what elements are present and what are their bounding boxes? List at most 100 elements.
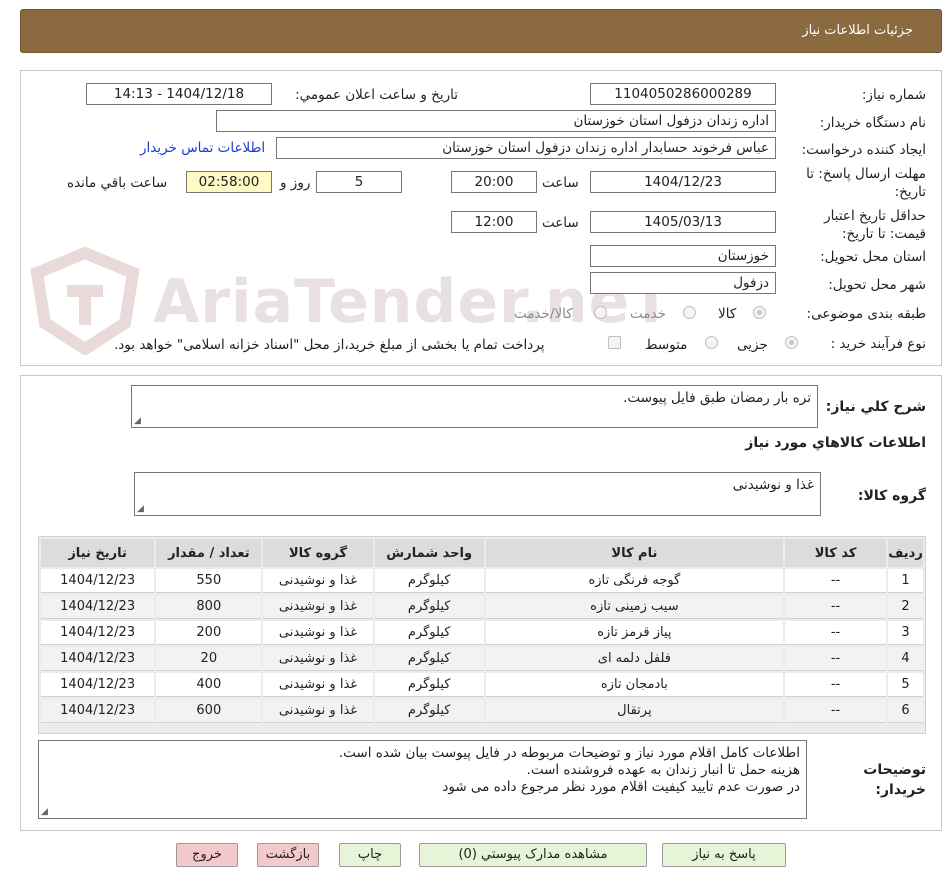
remaining-label: ساعت باقي مانده <box>67 175 168 191</box>
buyer-notes-line: هزینه حمل تا انبار زندان به عهده فروشنده… <box>526 762 800 778</box>
cell-qty: 20 <box>156 647 262 671</box>
goods-section-title: اطلاعات كالاهاي مورد نياز <box>745 435 926 451</box>
goods-group-text: غذا و نوشیدنی <box>732 477 814 493</box>
buyer-notes-line: اطلاعات کامل اقلام مورد نیاز و توضیحات م… <box>338 745 800 761</box>
col-group-header: گروه کالا <box>263 539 373 567</box>
city-field: دزفول <box>590 272 776 294</box>
validity-time-label: ساعت <box>542 215 579 231</box>
cell-date: 1404/12/23 <box>41 595 155 619</box>
resize-handle-icon[interactable]: ◢ <box>134 417 141 426</box>
process-medium-label: متوسط <box>645 337 688 353</box>
col-date-header: تاريخ نياز <box>41 539 155 567</box>
validity-time-field: 12:00 <box>451 211 537 233</box>
need-number-label: شماره نیاز: <box>861 87 926 103</box>
cell-row: 5 <box>888 673 923 697</box>
cell-group: غذا و نوشیدنی <box>263 569 373 593</box>
treasury-payment-note: پرداخت تمام یا بخشی از مبلغ خرید،از محل … <box>114 337 545 353</box>
cell-name: بادمجان تازه <box>485 673 783 697</box>
exit-button[interactable]: خروج <box>176 843 238 867</box>
title-bar: جزئیات اطلاعات نیاز <box>20 9 942 53</box>
process-medium-radio[interactable] <box>705 336 718 349</box>
cell-group: غذا و نوشیدنی <box>263 621 373 645</box>
cell-name: فلفل دلمه ای <box>485 647 783 671</box>
cell-row: 2 <box>888 595 923 619</box>
category-goods-service-radio[interactable] <box>594 306 607 319</box>
description-label: شرح كلي نياز: <box>825 399 926 415</box>
table-row: 1 -- گوجه فرنگی تازه کیلوگرم غذا و نوشید… <box>41 569 923 593</box>
cell-row: 4 <box>888 647 923 671</box>
items-table-wrap: رديف کد کالا نام کالا واحد شمارش گروه کا… <box>38 536 926 734</box>
resize-handle-icon[interactable]: ◢ <box>137 505 144 514</box>
requester-field: عباس فرخوند حسابدار اداره زندان دزفول اس… <box>276 137 776 159</box>
cell-qty: 550 <box>156 569 262 593</box>
deadline-label: مهلت ارسال پاسخ: تا تاریخ: <box>806 166 926 200</box>
cell-name: گوجه فرنگی تازه <box>485 569 783 593</box>
process-label: نوع فرآیند خرید : <box>830 336 926 352</box>
cell-group: غذا و نوشیدنی <box>263 595 373 619</box>
cell-code: -- <box>785 595 887 619</box>
resize-handle-icon[interactable]: ◢ <box>41 808 48 817</box>
cell-qty: 600 <box>156 699 262 723</box>
requester-label: ايجاد کننده درخواست: <box>801 142 926 158</box>
cell-code: -- <box>785 699 887 723</box>
category-label: طبقه بندی موضوعی: <box>806 306 926 322</box>
cell-date: 1404/12/23 <box>41 699 155 723</box>
attachments-button[interactable]: مشاهده مدارک پيوستي (0) <box>419 843 647 867</box>
buyer-notes-textarea[interactable]: اطلاعات کامل اقلام مورد نیاز و توضیحات م… <box>38 740 807 819</box>
description-textarea[interactable]: تره بار رمضان طبق فایل پیوست. ◢ <box>131 385 818 428</box>
province-label: استان محل تحويل: <box>820 249 926 265</box>
cell-date: 1404/12/23 <box>41 621 155 645</box>
cell-group: غذا و نوشیدنی <box>263 699 373 723</box>
cell-date: 1404/12/23 <box>41 647 155 671</box>
cell-name: پرتقال <box>485 699 783 723</box>
days-field: 5 <box>316 171 402 193</box>
col-row-header: رديف <box>888 539 923 567</box>
items-table: رديف کد کالا نام کالا واحد شمارش گروه کا… <box>39 537 925 725</box>
cell-name: پیاز قرمز تازه <box>485 621 783 645</box>
cell-qty: 800 <box>156 595 262 619</box>
treasury-payment-checkbox[interactable] <box>608 336 621 349</box>
buyer-notes-label: توضیحات خریدار: <box>863 762 926 798</box>
cell-unit: کیلوگرم <box>374 647 484 671</box>
table-row: 2 -- سیب زمینی تازه کیلوگرم غذا و نوشیدن… <box>41 595 923 619</box>
validity-date-field: 1405/03/13 <box>590 211 776 233</box>
days-label: روز و <box>280 175 311 191</box>
table-header-row: رديف کد کالا نام کالا واحد شمارش گروه کا… <box>41 539 923 567</box>
cell-unit: کیلوگرم <box>374 621 484 645</box>
table-row: 5 -- بادمجان تازه کیلوگرم غذا و نوشیدنی … <box>41 673 923 697</box>
col-qty-header: تعداد / مقدار <box>156 539 262 567</box>
announce-field: 1404/12/18 - 14:13 <box>86 83 272 105</box>
deadline-date-field: 1404/12/23 <box>590 171 776 193</box>
cell-date: 1404/12/23 <box>41 673 155 697</box>
process-minor-radio[interactable] <box>785 336 798 349</box>
cell-code: -- <box>785 569 887 593</box>
cell-code: -- <box>785 647 887 671</box>
goods-group-textarea[interactable]: غذا و نوشیدنی ◢ <box>134 472 821 516</box>
cell-code: -- <box>785 621 887 645</box>
goods-group-label: گروه کالا: <box>857 488 926 504</box>
table-row: 3 -- پیاز قرمز تازه کیلوگرم غذا و نوشیدن… <box>41 621 923 645</box>
category-goods-label: کالا <box>718 306 737 322</box>
buyer-org-field: اداره زندان دزفول استان خوزستان <box>216 110 776 132</box>
print-button[interactable]: چاپ <box>339 843 401 867</box>
cell-name: سیب زمینی تازه <box>485 595 783 619</box>
page-title: جزئیات اطلاعات نیاز <box>802 23 913 38</box>
cell-row: 6 <box>888 699 923 723</box>
cell-qty: 400 <box>156 673 262 697</box>
reply-button[interactable]: پاسخ به نياز <box>662 843 786 867</box>
category-goods-service-label: کالا/خدمت <box>514 306 573 322</box>
need-number-field: 1104050286000289 <box>590 83 776 105</box>
description-text: تره بار رمضان طبق فایل پیوست. <box>623 390 811 406</box>
category-service-radio[interactable] <box>683 306 696 319</box>
category-service-label: خدمت <box>630 306 666 322</box>
table-row: 4 -- فلفل دلمه ای کیلوگرم غذا و نوشیدنی … <box>41 647 923 671</box>
back-button[interactable]: بازگشت <box>257 843 319 867</box>
cell-group: غذا و نوشیدنی <box>263 673 373 697</box>
cell-unit: کیلوگرم <box>374 569 484 593</box>
category-goods-radio[interactable] <box>753 306 766 319</box>
remaining-time-field: 02:58:00 <box>186 171 272 193</box>
cell-qty: 200 <box>156 621 262 645</box>
deadline-time-label: ساعت <box>542 175 579 191</box>
cell-unit: کیلوگرم <box>374 699 484 723</box>
buyer-contact-link[interactable]: اطلاعات تماس خريدار <box>140 140 265 156</box>
